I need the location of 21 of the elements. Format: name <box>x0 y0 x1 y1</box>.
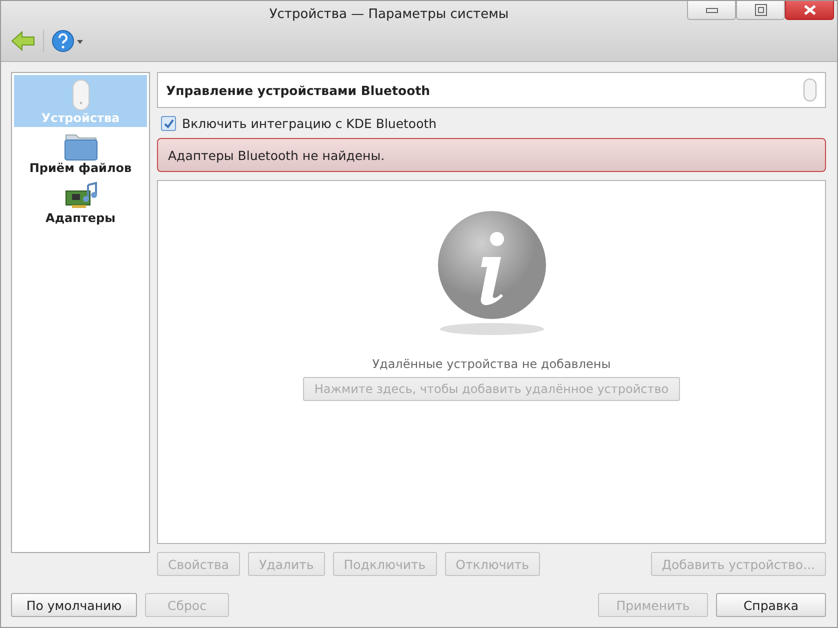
mouse-icon <box>70 79 90 111</box>
minimize-button[interactable] <box>687 1 736 20</box>
sidebar-item[interactable]: Адаптеры <box>14 177 147 227</box>
sidebar-item[interactable]: Приём файлов <box>14 127 147 177</box>
adapter-card-icon <box>64 181 98 211</box>
empty-message: Удалённые устройства не добавлены <box>372 357 611 371</box>
help-icon[interactable] <box>52 29 84 53</box>
sidebar-item[interactable]: Устройства <box>14 75 147 127</box>
close-button[interactable] <box>785 1 834 20</box>
dialog-button[interactable]: Справка <box>716 593 826 617</box>
minimize-icon <box>706 7 718 13</box>
maximize-icon <box>754 4 766 16</box>
maximize-button[interactable] <box>736 1 785 20</box>
checkbox-label[interactable]: Включить интеграцию с KDE Bluetooth <box>182 116 437 130</box>
checkbox[interactable] <box>161 116 176 130</box>
window-title: Устройства — Параметры системы <box>269 6 509 22</box>
error-message: Адаптеры Bluetooth не найдены. <box>157 138 826 172</box>
dialog-button[interactable]: По умолчанию <box>11 593 137 617</box>
header-title: Управление устройствами Bluetooth <box>166 82 430 98</box>
mouse-icon <box>803 78 817 102</box>
close-icon <box>804 5 816 15</box>
